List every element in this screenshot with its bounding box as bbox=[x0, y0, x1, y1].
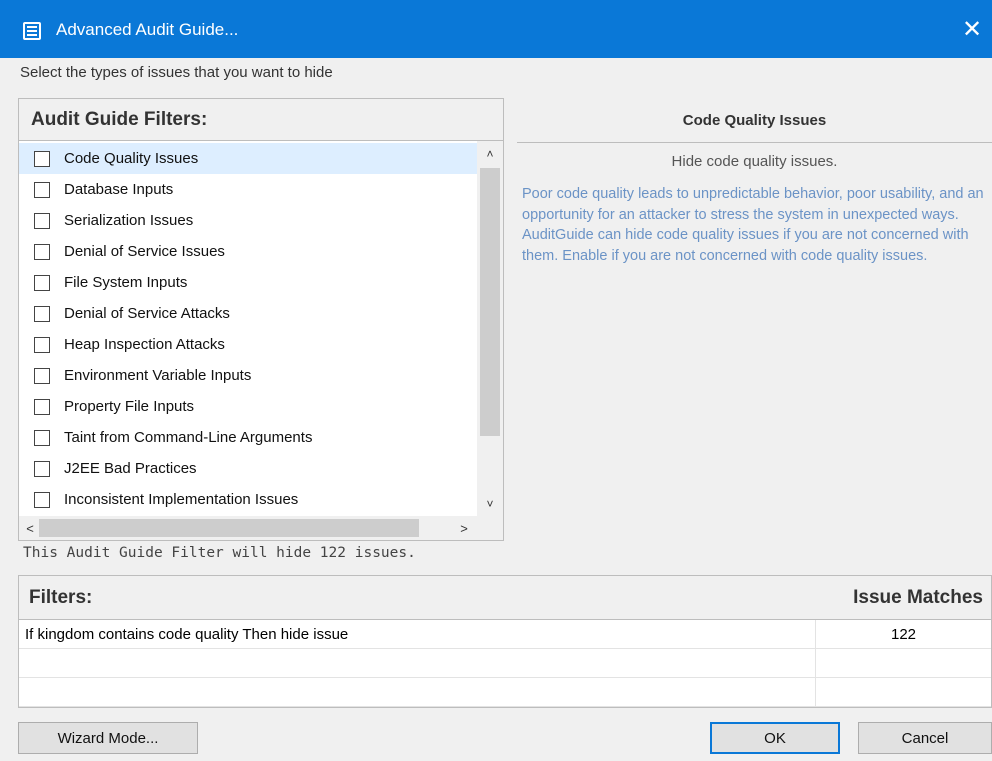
filter-item[interactable]: Database Inputs bbox=[19, 174, 477, 205]
horizontal-scrollbar[interactable]: < > bbox=[19, 516, 503, 540]
filter-item[interactable]: File System Inputs bbox=[19, 267, 477, 298]
table-row[interactable] bbox=[19, 649, 991, 678]
issue-matches-cell bbox=[815, 649, 991, 677]
filter-label: Environment Variable Inputs bbox=[64, 367, 252, 384]
filter-label: Denial of Service Issues bbox=[64, 243, 225, 260]
vertical-scroll-thumb[interactable] bbox=[480, 168, 500, 436]
hide-count-text: This Audit Guide Filter will hide 122 is… bbox=[23, 545, 416, 561]
filter-checkbox[interactable] bbox=[34, 305, 50, 322]
scroll-up-icon[interactable]: ˄ bbox=[477, 141, 503, 166]
filter-checkbox[interactable] bbox=[34, 460, 50, 477]
horizontal-scroll-thumb[interactable] bbox=[39, 519, 419, 537]
window-title: Advanced Audit Guide... bbox=[56, 20, 239, 39]
wizard-mode-button[interactable]: Wizard Mode... bbox=[18, 722, 198, 754]
vertical-scrollbar[interactable]: ˄ ˅ bbox=[477, 141, 503, 516]
filter-item[interactable]: J2EE Bad Practices bbox=[19, 453, 477, 484]
scroll-right-icon[interactable]: > bbox=[453, 516, 475, 540]
filter-checkbox[interactable] bbox=[34, 274, 50, 291]
filter-checkbox[interactable] bbox=[34, 150, 50, 167]
filter-checkbox[interactable] bbox=[34, 181, 50, 198]
detail-description: Poor code quality leads to unpredictable… bbox=[522, 186, 984, 264]
app-icon bbox=[23, 22, 41, 40]
filters-table: Filters: Issue Matches If kingdom contai… bbox=[18, 575, 992, 708]
filter-item[interactable]: Code Quality Issues bbox=[19, 143, 477, 174]
detail-title: Code Quality Issues bbox=[517, 99, 992, 143]
filters-column-header: Filters: bbox=[29, 586, 93, 608]
filter-item[interactable]: Denial of Service Attacks bbox=[19, 298, 477, 329]
filter-label: J2EE Bad Practices bbox=[64, 460, 197, 477]
filter-label: Heap Inspection Attacks bbox=[64, 336, 225, 353]
issue-matches-cell: 122 bbox=[815, 620, 991, 648]
filter-checkbox[interactable] bbox=[34, 367, 50, 384]
filter-item[interactable]: Property File Inputs bbox=[19, 391, 477, 422]
filter-rule-cell: If kingdom contains code quality Then hi… bbox=[25, 625, 349, 643]
filter-item[interactable]: Serialization Issues bbox=[19, 205, 477, 236]
audit-guide-filters-panel: Audit Guide Filters: Code Quality Issues… bbox=[18, 98, 504, 541]
filter-label: Serialization Issues bbox=[64, 212, 194, 229]
filter-checkbox[interactable] bbox=[34, 429, 50, 446]
filter-label: Property File Inputs bbox=[64, 398, 195, 415]
filter-item[interactable]: Environment Variable Inputs bbox=[19, 360, 477, 391]
filter-label: Inconsistent Implementation Issues bbox=[64, 491, 299, 508]
filter-checkbox[interactable] bbox=[34, 243, 50, 260]
scroll-left-icon[interactable]: < bbox=[19, 516, 41, 540]
filter-checkbox[interactable] bbox=[34, 212, 50, 229]
filter-checkbox[interactable] bbox=[34, 398, 50, 415]
filter-label: File System Inputs bbox=[64, 274, 188, 291]
issue-matches-cell bbox=[815, 678, 991, 706]
filter-checkbox[interactable] bbox=[34, 491, 50, 508]
issue-matches-column-header: Issue Matches bbox=[853, 586, 983, 608]
filter-label: Denial of Service Attacks bbox=[64, 305, 230, 322]
filter-checkbox[interactable] bbox=[34, 336, 50, 353]
table-row[interactable]: If kingdom contains code quality Then hi… bbox=[19, 620, 991, 649]
title-bar: Advanced Audit Guide... ✕ bbox=[0, 0, 992, 58]
instruction-text: Select the types of issues that you want… bbox=[20, 64, 333, 81]
detail-subtitle: Hide code quality issues. bbox=[671, 153, 838, 170]
close-icon: ✕ bbox=[961, 15, 983, 43]
close-button[interactable]: ✕ bbox=[952, 0, 992, 58]
filter-list: Code Quality Issues Database Inputs Seri… bbox=[19, 141, 503, 540]
scroll-down-icon[interactable]: ˅ bbox=[477, 491, 503, 516]
filter-item[interactable]: Taint from Command-Line Arguments bbox=[19, 422, 477, 453]
filter-item[interactable]: Inconsistent Implementation Issues bbox=[19, 484, 477, 515]
table-row[interactable] bbox=[19, 678, 991, 707]
ok-button[interactable]: OK bbox=[710, 722, 840, 754]
table-header: Filters: Issue Matches bbox=[19, 576, 991, 620]
filter-item[interactable]: Denial of Service Issues bbox=[19, 236, 477, 267]
panel-header: Audit Guide Filters: bbox=[19, 99, 503, 141]
filter-label: Database Inputs bbox=[64, 181, 174, 198]
cancel-button[interactable]: Cancel bbox=[858, 722, 992, 754]
filter-item[interactable]: Heap Inspection Attacks bbox=[19, 329, 477, 360]
filter-label: Taint from Command-Line Arguments bbox=[64, 429, 313, 446]
filter-label: Code Quality Issues bbox=[64, 150, 199, 167]
